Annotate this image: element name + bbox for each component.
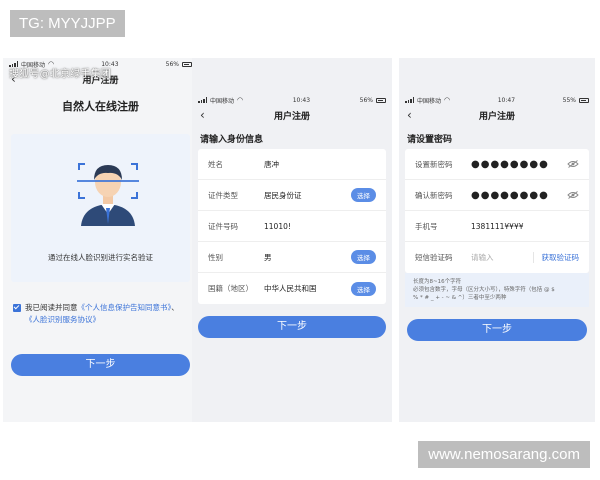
corner-tag: TG: MYYJJPP [10, 10, 125, 37]
battery-percent: 56% [165, 60, 179, 68]
hint-line: % * # _ + - ~ & ^）三者中至少两种 [413, 295, 507, 301]
carrier-label: 中国移动 [417, 97, 442, 105]
select-button[interactable]: 选择 [351, 250, 376, 264]
field-label: 姓名 [208, 159, 223, 169]
field-sms-code[interactable]: 短信验证码 请输入 获取验证码 [405, 242, 589, 273]
section-title: 请设置密码 [407, 135, 453, 145]
field-value[interactable]: 11010! [264, 222, 376, 231]
field-label: 国籍（地区） [208, 284, 253, 293]
agreement: 我已阅读并同意《个人信息保护告知同意书》、《人脸识别服务协议》 [13, 302, 188, 326]
agreement-separator: 、 [171, 303, 179, 312]
status-time: 10:43 [292, 96, 311, 104]
eye-off-icon[interactable] [567, 191, 579, 199]
select-button[interactable]: 选择 [351, 188, 376, 202]
screen-set-password: 中国移动 ◠ 10:47 55% ‹ 用户注册 请设置密码 设置新密码 ●●●●… [399, 58, 595, 422]
nav-bar: ‹ 用户注册 [399, 106, 595, 124]
sms-code-input[interactable]: 请输入 [471, 252, 533, 263]
signal-icon [198, 97, 207, 103]
next-button[interactable]: 下一步 [198, 316, 386, 338]
password-hint: 长度为8~16个字符 必须包含数字，字母（区分大小写），特殊字符（包括 @ $ … [405, 273, 589, 307]
carrier-label: 中国移动 [210, 97, 235, 105]
hint-line: 长度为8~16个字符 [413, 279, 462, 285]
battery-percent: 55% [562, 96, 576, 104]
page-title: 自然人在线注册 [62, 100, 139, 113]
field-confirm-password[interactable]: 确认新密码 ●●●●●●●● [405, 180, 589, 211]
field-label: 证件类型 [208, 190, 238, 200]
battery-icon [375, 97, 386, 103]
status-time: 10:47 [497, 96, 516, 104]
field-value: 居民身份证 [264, 190, 302, 200]
status-bar: 中国移动 ◠ 10:43 56% [192, 94, 392, 106]
status-bar: 中国移动 ◠ 10:47 55% [399, 94, 595, 106]
nav-title: 用户注册 [478, 111, 515, 122]
screen-identity-info: 中国移动 ◠ 10:43 56% ‹ 用户注册 请输入身份信息 姓名 唐冲 证件… [192, 58, 392, 422]
scan-instruction: 通过在线人脸识别进行实名验证 [48, 253, 153, 262]
face-service-link[interactable]: 《人脸识别服务协议》 [25, 315, 100, 324]
overlay-watermark: 搜狐号@北京绿手集团 [9, 69, 111, 80]
face-scan-avatar-icon [77, 163, 139, 226]
checkbox-icon[interactable] [13, 304, 21, 312]
identity-form: 姓名 唐冲 证件类型 居民身份证 选择 证件号码 11010! 性别 男 选择 … [198, 149, 386, 304]
field-name[interactable]: 姓名 唐冲 [198, 149, 386, 180]
site-watermark: www.nemosarang.com [418, 441, 590, 468]
field-label: 设置新密码 [415, 159, 453, 169]
screen-face-verification: 中国移动 ◠ 10:43 56% ‹ 用户注册 搜狐号@北京绿手集团 自然人在线… [3, 58, 198, 422]
battery-icon [578, 97, 589, 103]
agreement-prefix: 我已阅读并同意 [25, 303, 78, 312]
field-new-password[interactable]: 设置新密码 ●●●●●●●● [405, 149, 589, 180]
password-form: 设置新密码 ●●●●●●●● 确认新密码 ●●●●●●●● 手机号 138111… [405, 149, 589, 273]
select-button[interactable]: 选择 [351, 281, 376, 296]
back-icon[interactable]: ‹ [200, 108, 205, 122]
field-value: 中华人民共和国 [264, 284, 317, 293]
phone-input[interactable]: 1381111¥¥¥¥ [471, 222, 579, 231]
signal-icon [405, 97, 414, 103]
field-phone[interactable]: 手机号 1381111¥¥¥¥ [405, 211, 589, 242]
confirm-password-input[interactable]: ●●●●●●●● [471, 190, 567, 201]
field-label: 性别 [208, 252, 223, 262]
agreement-text: 我已阅读并同意《个人信息保护告知同意书》、《人脸识别服务协议》 [25, 302, 188, 326]
field-value[interactable]: 唐冲 [264, 159, 376, 170]
field-gender[interactable]: 性别 男 选择 [198, 242, 386, 273]
field-id-number[interactable]: 证件号码 11010! [198, 211, 386, 242]
wifi-icon: ◠ [237, 96, 244, 104]
hint-line: 必须包含数字，字母（区分大小写），特殊字符（包括 @ $ [413, 287, 555, 293]
next-button[interactable]: 下一步 [11, 354, 190, 376]
nav-title: 用户注册 [273, 111, 310, 122]
face-scan-card[interactable]: 通过在线人脸识别进行实名验证 [11, 134, 190, 282]
battery-icon [181, 61, 192, 67]
field-nationality[interactable]: 国籍（地区） 中华人民共和国 选择 [198, 273, 386, 304]
field-label: 短信验证码 [415, 253, 453, 262]
nav-bar: ‹ 用户注册 [192, 106, 392, 124]
field-value: 男 [264, 252, 272, 262]
field-id-type[interactable]: 证件类型 居民身份证 选择 [198, 180, 386, 211]
next-button[interactable]: 下一步 [407, 319, 587, 341]
eye-off-icon[interactable] [567, 160, 579, 168]
field-label: 手机号 [415, 221, 438, 231]
field-label: 确认新密码 [415, 190, 453, 200]
section-title: 请输入身份信息 [200, 135, 264, 145]
wifi-icon: ◠ [444, 96, 451, 104]
field-label: 证件号码 [208, 221, 238, 231]
battery-percent: 56% [359, 96, 373, 104]
privacy-consent-link[interactable]: 《个人信息保护告知同意书》 [78, 303, 172, 312]
password-input[interactable]: ●●●●●●●● [471, 159, 567, 170]
get-code-button[interactable]: 获取验证码 [532, 252, 579, 263]
back-icon[interactable]: ‹ [407, 108, 412, 122]
